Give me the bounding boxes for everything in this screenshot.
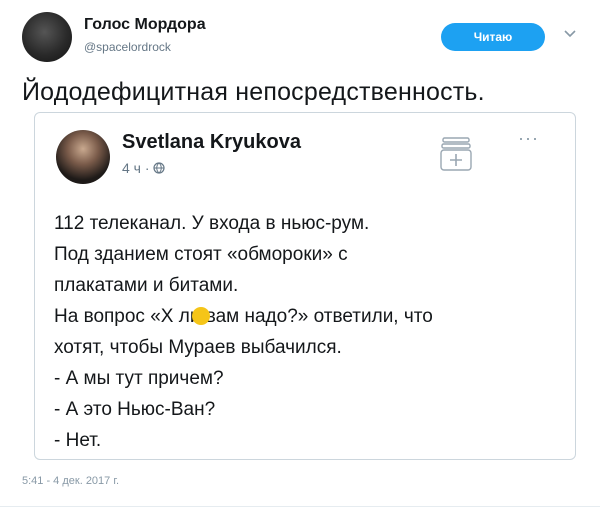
censor-emoji-icon xyxy=(192,307,210,325)
divider xyxy=(0,506,600,507)
author-handle[interactable]: @spacelordrock xyxy=(84,40,171,54)
quoted-line-text: На вопрос «Х ли вам надо?» ответили, что xyxy=(54,306,433,327)
quoted-line: Под зданием стоят «обмороки» с xyxy=(54,244,348,265)
quoted-time: 4 ч · xyxy=(122,160,154,176)
author-avatar[interactable] xyxy=(22,12,72,62)
add-folder-icon[interactable] xyxy=(440,136,472,172)
quoted-author-avatar[interactable] xyxy=(56,130,110,184)
author-display-name[interactable]: Голос Мордора xyxy=(84,16,206,34)
tweet-text: Йододефицитная непосредственность. xyxy=(22,78,485,106)
quoted-line: 112 телеканал. У входа в ньюс-рум. xyxy=(54,213,370,234)
quoted-author-name[interactable]: Svetlana Kryukova xyxy=(122,131,301,154)
globe-icon xyxy=(153,162,166,174)
tweet-timestamp[interactable]: 5:41 - 4 дек. 2017 г. xyxy=(22,475,119,487)
quoted-post-meta: 4 ч · xyxy=(122,160,166,176)
quoted-line: плакатами и битами. xyxy=(54,275,239,296)
quoted-line: - А мы тут причем? xyxy=(54,368,224,389)
quoted-line: На вопрос «Х ли вам надо?» ответили, что xyxy=(54,301,554,332)
quoted-line: - А это Ньюс-Ван? xyxy=(54,399,216,420)
more-options-icon[interactable]: ··· xyxy=(518,128,539,149)
quoted-line: - Нет. xyxy=(54,430,102,451)
quoted-post-body: 112 телеканал. У входа в ньюс-рум. Под з… xyxy=(54,208,554,456)
quoted-line: хотят, чтобы Мураев выбачился. xyxy=(54,337,342,358)
chevron-down-icon[interactable] xyxy=(563,26,577,40)
following-button[interactable]: Читаю xyxy=(442,24,544,50)
